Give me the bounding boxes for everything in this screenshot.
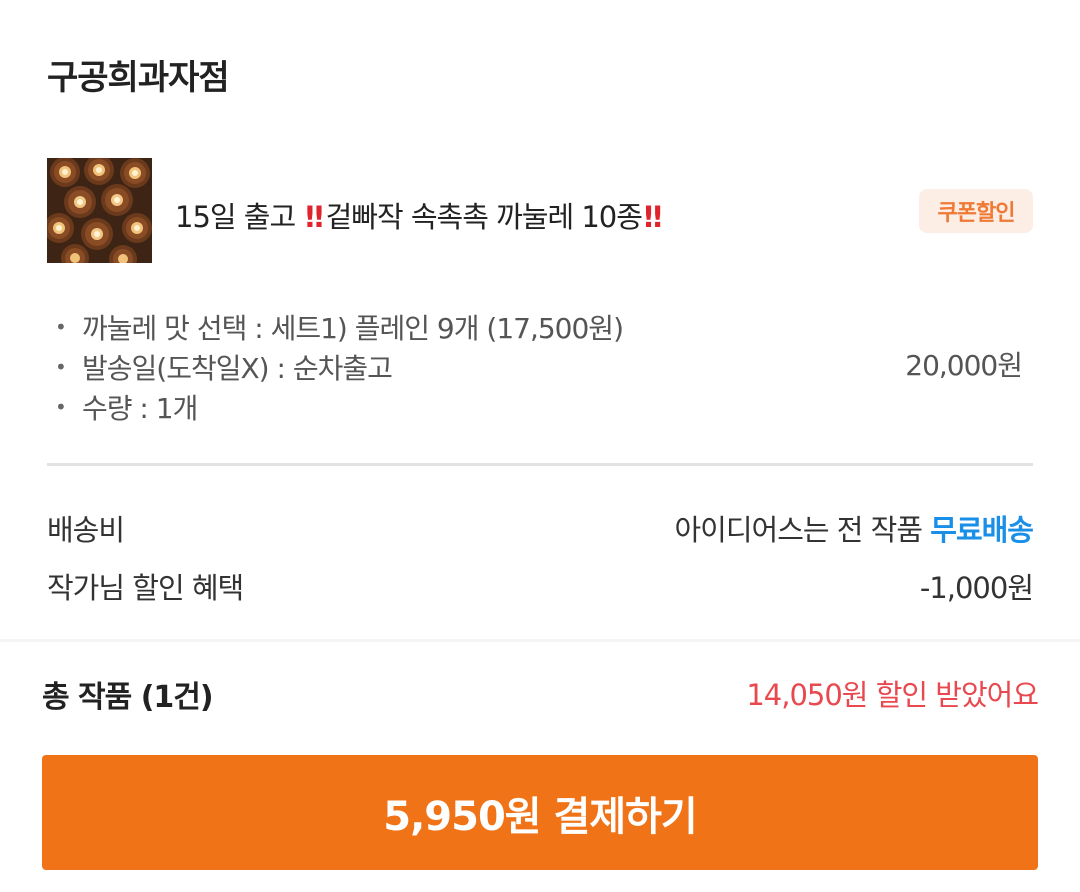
option-item: • 발송일(도착일X) : 순차출고 <box>55 348 623 388</box>
product-title-text: 15일 출고 <box>175 200 296 234</box>
artist-discount-label: 작가님 할인 혜택 <box>47 571 244 605</box>
shop-name[interactable]: 구공희과자점 <box>47 50 230 99</box>
bullet-icon: • <box>55 355 67 379</box>
double-exclamation-icon: ‼ <box>305 200 323 234</box>
product-thumbnail[interactable] <box>47 158 152 263</box>
option-text: 까눌레 맛 선택 : 세트1) 플레인 9개 (17,500원) <box>82 312 624 345</box>
total-items-label: 총 작품 (1건) <box>42 680 214 715</box>
option-item: • 수량 : 1개 <box>55 388 623 428</box>
canele-photo-icon <box>47 158 152 263</box>
order-summary-page: 구공희과자점 15일 출고 ‼ 겉빠작 속촉촉 까눌레 10종‼ 쿠폰할인 • 까눌… <box>0 0 1080 892</box>
shipping-fee-label: 배송비 <box>47 513 125 547</box>
artist-discount-value: -1,000원 <box>919 571 1034 605</box>
shipping-fee-text: 아이디어스는 전 작품 <box>674 513 923 547</box>
option-text: 발송일(도착일X) : 순차출고 <box>82 352 393 385</box>
total-discount-message: 14,050원 할인 받았어요 <box>746 678 1039 712</box>
checkout-button[interactable]: 5,950원 결제하기 <box>42 755 1038 870</box>
section-divider <box>0 639 1080 642</box>
coupon-discount-badge: 쿠폰할인 <box>919 189 1033 233</box>
divider <box>47 463 1033 466</box>
bullet-icon: • <box>55 315 67 339</box>
free-shipping-label: 무료배송 <box>930 513 1034 547</box>
product-options-list: • 까눌레 맛 선택 : 세트1) 플레인 9개 (17,500원) • 발송일(도… <box>55 308 624 428</box>
product-title[interactable]: 15일 출고 ‼ 겉빠작 속촉촉 까눌레 10종‼ <box>175 194 664 236</box>
double-exclamation-icon: ‼ <box>643 200 662 234</box>
option-item: • 까눌레 맛 선택 : 세트1) 플레인 9개 (17,500원) <box>55 308 624 348</box>
option-text: 수량 : 1개 <box>82 392 198 425</box>
bullet-icon: • <box>55 395 67 419</box>
product-title-text: 겉빠작 속촉촉 까눌레 10종 <box>325 200 643 234</box>
shipping-fee-value: 아이디어스는 전 작품 무료배송 <box>674 507 1034 549</box>
item-price: 20,000원 <box>905 349 1023 382</box>
